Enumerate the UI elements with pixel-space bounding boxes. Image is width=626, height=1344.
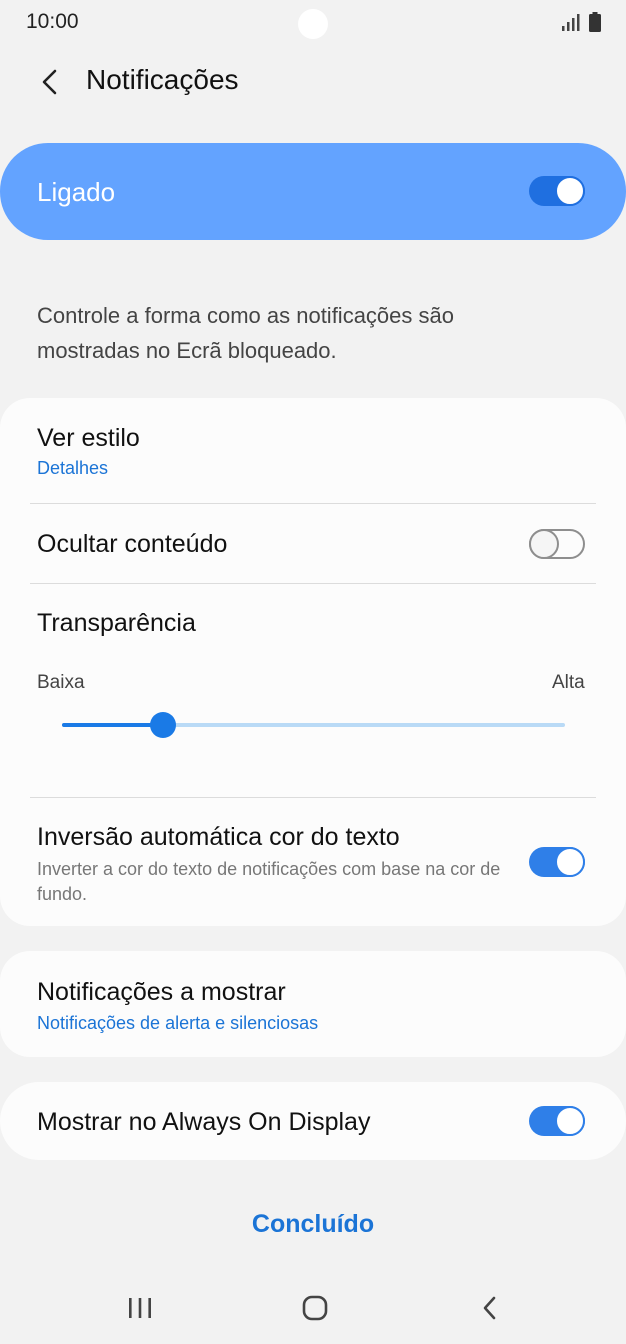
auto-invert-toggle[interactable] — [529, 847, 585, 877]
nav-recents-button[interactable] — [110, 1285, 170, 1331]
chevron-left-icon — [42, 69, 57, 95]
toggle-knob — [529, 529, 559, 559]
slider-min-label: Baixa — [37, 672, 85, 693]
recents-icon — [129, 1298, 151, 1318]
transparency-title: Transparência — [37, 609, 196, 637]
divider — [30, 503, 596, 504]
toggle-knob — [555, 847, 585, 877]
auto-invert-title[interactable]: Inversão automática cor do texto — [37, 823, 400, 852]
master-switch-label: Ligado — [37, 177, 116, 207]
page-title: Notificações — [86, 64, 239, 95]
back-button[interactable] — [30, 62, 70, 102]
battery-icon — [589, 12, 601, 32]
done-button[interactable]: Concluído — [0, 1210, 626, 1239]
toggle-knob — [555, 176, 585, 206]
divider — [30, 583, 596, 584]
status-time: 10:00 — [26, 10, 79, 33]
camera-cutout — [298, 9, 328, 39]
transparency-slider-thumb[interactable] — [149, 712, 176, 738]
transparency-slider-fill — [62, 723, 163, 727]
hide-content-toggle[interactable] — [529, 529, 585, 559]
description-text: Controle a forma como as notificações sã… — [37, 303, 454, 363]
signal-icon — [562, 14, 580, 31]
toggle-knob — [555, 1106, 585, 1136]
always-on-display-toggle[interactable] — [529, 1106, 585, 1136]
hide-content-title[interactable]: Ocultar conteúdo — [37, 530, 227, 559]
view-style-title[interactable]: Ver estilo — [37, 424, 140, 453]
nav-home-button[interactable] — [285, 1285, 345, 1331]
back-icon — [483, 1296, 496, 1320]
view-style-value: Detalhes — [37, 458, 109, 478]
nav-back-button[interactable] — [460, 1285, 520, 1331]
notifications-to-show-title[interactable]: Notificações a mostrar — [37, 978, 286, 1007]
master-toggle[interactable] — [529, 176, 585, 206]
home-icon — [302, 1295, 328, 1321]
always-on-display-title[interactable]: Mostrar no Always On Display — [37, 1108, 370, 1137]
slider-max-label: Alta — [552, 672, 585, 693]
notifications-to-show-value: Notificações de alerta e silenciosas — [37, 1013, 319, 1033]
divider — [30, 797, 596, 798]
auto-invert-subtitle: Inverter a cor do texto de notificações … — [37, 859, 501, 904]
